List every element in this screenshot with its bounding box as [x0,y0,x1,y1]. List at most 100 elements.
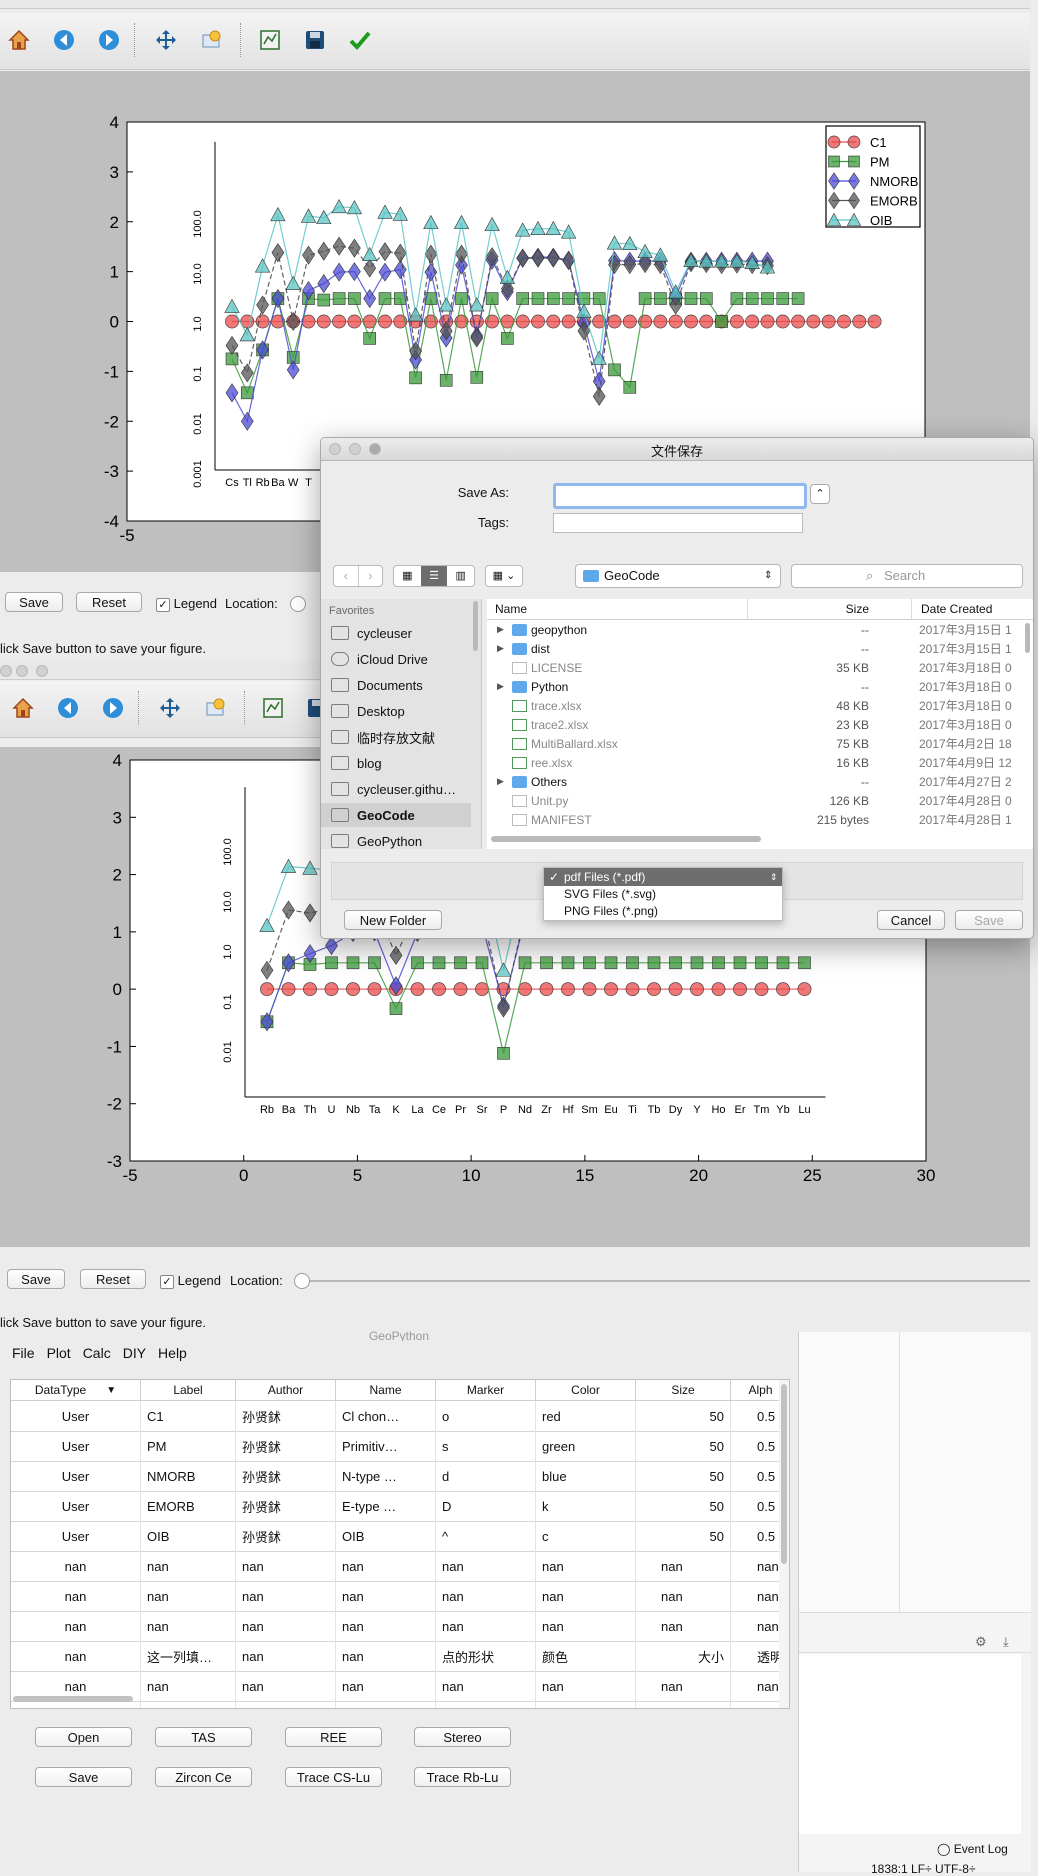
search-field[interactable]: ⌕ Search [791,564,1023,588]
column-header[interactable]: Marker [436,1380,536,1400]
file-row[interactable]: MANIFEST 215 bytes 2017年4月28日 1 [487,810,1021,829]
table-cell[interactable]: nan [11,1551,141,1581]
file-row[interactable]: ree.xlsx 16 KB 2017年4月9日 12 [487,753,1021,772]
sidebar-item-0[interactable]: cycleuser [331,621,471,645]
table-row[interactable]: nannannannannannannannan [11,1611,789,1642]
table-cell[interactable]: nan [336,1551,436,1581]
back-icon[interactable] [53,693,83,723]
sidebar-item-4[interactable]: 临时存放文献 [331,725,471,749]
download-icon[interactable]: ⤓ [1003,1634,1009,1650]
column-header[interactable]: Author [236,1380,336,1400]
save-icon[interactable] [300,25,330,55]
sidebar-item-8[interactable]: GeoPython [331,829,471,853]
table-cell[interactable]: nan [436,1551,536,1581]
table-row[interactable]: nannannannannannannannan [11,1551,789,1582]
format-option-svg[interactable]: SVG Files (*.svg) [564,886,656,903]
table-row[interactable]: nannannannannannannannan [11,1581,789,1612]
table-cell[interactable]: Cl chon… [336,1401,436,1431]
cancel-button[interactable]: Cancel [877,910,945,930]
table-cell[interactable]: nan [636,1581,731,1611]
table-cell[interactable]: User [11,1491,141,1521]
column-header[interactable]: Label [141,1380,236,1400]
table-cell[interactable]: C1 [141,1401,236,1431]
table-row[interactable]: User PM 孙贤鉥 Primitiv… s green 50 0.5 [11,1431,789,1462]
sidebar-item-7[interactable]: GeoCode [321,803,471,827]
format-option-png[interactable]: PNG Files (*.png) [564,903,658,920]
save-button[interactable]: Save [5,592,63,612]
table-cell[interactable]: 孙贤鉥 [236,1491,336,1521]
pan-icon[interactable] [155,693,185,723]
menu-diy[interactable]: DIY [123,1345,146,1365]
column-header[interactable]: Size [636,1380,731,1400]
legend-checkbox[interactable]: ✓ Legend [156,596,217,612]
menu-plot[interactable]: Plot [47,1345,71,1365]
sidebar-item-5[interactable]: blog [331,751,471,775]
data-table[interactable]: DataType ▼ Label Author Name Marker Color Size… [10,1379,790,1709]
home-icon[interactable] [4,25,34,55]
menu-calc[interactable]: Calc [83,1345,111,1365]
format-dropdown[interactable]: ✓ pdf Files (*.pdf) ⇕ SVG Files (*.svg) … [543,867,783,921]
back-chevron-icon[interactable]: ‹ [334,566,359,586]
file-list-vscroll[interactable] [1025,623,1030,653]
name-column-header[interactable]: Name [495,602,527,616]
list-view-icon[interactable]: ☰ [420,566,448,586]
table-cell[interactable]: N-type … [336,1461,436,1491]
event-log[interactable]: ◯ Event Log [937,1842,1008,1856]
table-cell[interactable]: 孙贤鉥 [236,1401,336,1431]
file-row[interactable]: ▶ Others -- 2017年4月27日 2 [487,772,1021,791]
column-header[interactable]: DataType ▼ [11,1380,141,1400]
table-cell[interactable]: nan [536,1581,636,1611]
table-cell[interactable]: nan [236,1581,336,1611]
forward-chevron-icon[interactable]: › [359,566,383,586]
table-row[interactable]: nan这一列填…nannan点的形状颜色大小透明度 [11,1641,789,1672]
collapse-chevron-icon[interactable]: ⌃ [810,484,830,504]
pan-icon[interactable] [151,25,181,55]
table-cell[interactable]: k [536,1491,636,1521]
table-cell[interactable]: 大小 [636,1641,731,1671]
table-cell[interactable]: 50 [636,1491,731,1521]
sidebar-item-3[interactable]: Desktop [331,699,471,723]
file-row[interactable]: ▶ dist -- 2017年3月15日 1 [487,639,1021,658]
button-save[interactable]: Save [35,1767,132,1787]
button-open[interactable]: Open [35,1727,132,1747]
table-cell[interactable]: nan [436,1581,536,1611]
table-cell[interactable]: 50 [636,1401,731,1431]
table-row[interactable]: User C1 孙贤鉥 Cl chon… o red 50 0.5 [11,1401,789,1432]
vertical-scrollbar[interactable] [779,1380,789,1708]
button-trace-rb-lu[interactable]: Trace Rb-Lu [414,1767,511,1787]
button-ree[interactable]: REE [285,1727,382,1747]
zoom-icon[interactable] [197,25,227,55]
tags-input[interactable] [553,513,803,533]
format-option-pdf[interactable]: ✓ pdf Files (*.pdf) ⇕ [544,868,782,886]
subplots-icon[interactable] [255,25,285,55]
column-header[interactable]: Name [336,1380,436,1400]
sidebar-item-6[interactable]: cycleuser.githu… [331,777,471,801]
button-stereo[interactable]: Stereo [414,1727,511,1747]
minimize-window-button[interactable] [16,665,28,677]
table-cell[interactable]: nan [636,1611,731,1641]
close-window-button[interactable] [0,665,12,677]
location-popup[interactable]: GeoCode ⇕ [575,564,781,588]
table-cell[interactable]: PM [141,1431,236,1461]
zoom-window-button[interactable] [36,665,48,677]
table-cell[interactable]: nan [11,1641,141,1671]
button-trace-cs-lu[interactable]: Trace CS-Lu [285,1767,382,1787]
table-cell[interactable]: nan [536,1611,636,1641]
new-folder-button[interactable]: New Folder [344,910,442,930]
size-column-header[interactable]: Size [827,602,869,616]
table-cell[interactable]: nan [11,1611,141,1641]
table-cell[interactable]: nan [436,1611,536,1641]
column-header[interactable]: Color [536,1380,636,1400]
sidebar-item-2[interactable]: Documents [331,673,471,697]
table-cell[interactable]: OIB [336,1521,436,1551]
table-cell[interactable]: nan [336,1611,436,1641]
table-cell[interactable]: 50 [636,1521,731,1551]
table-cell[interactable]: nan [336,1581,436,1611]
table-cell[interactable]: 点的形状 [436,1641,536,1671]
file-list-hscroll[interactable] [491,836,761,842]
table-cell[interactable]: nan [636,1551,731,1581]
zoom-icon[interactable] [201,693,231,723]
table-cell[interactable]: 孙贤鉥 [236,1521,336,1551]
file-row[interactable]: ▶ Python -- 2017年3月18日 0 [487,677,1021,696]
table-cell[interactable]: 50 [636,1461,731,1491]
